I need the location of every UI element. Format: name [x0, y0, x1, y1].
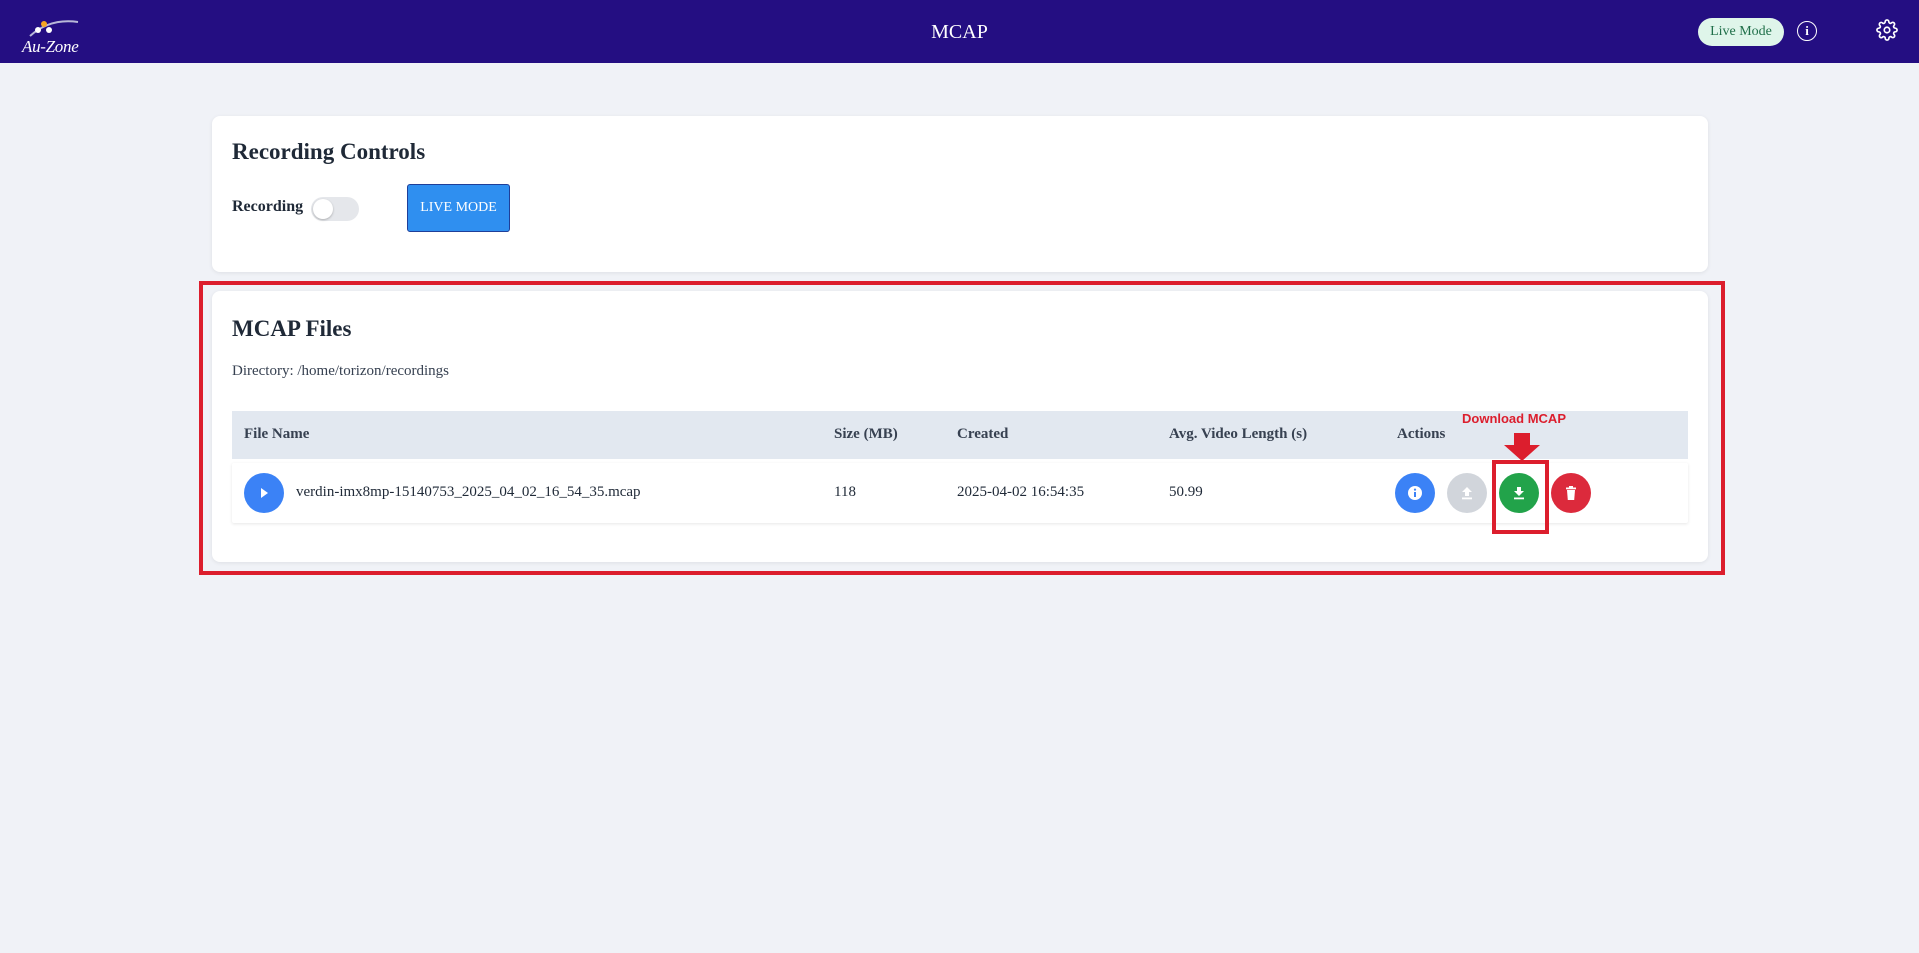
recording-label: Recording	[232, 198, 304, 215]
info-icon[interactable]: i	[1797, 21, 1817, 41]
page-title: MCAP	[931, 21, 988, 43]
annotation-download-highlight	[1492, 460, 1549, 534]
annotation-arrow-icon	[1502, 433, 1542, 461]
recording-controls-card: Recording Controls Recording LIVE MODE	[212, 116, 1708, 272]
top-bar: Au-Zone MCAP Live Mode i	[0, 0, 1919, 63]
annotation-label: Download MCAP	[1462, 411, 1566, 426]
gear-icon[interactable]	[1876, 19, 1898, 41]
toggle-knob	[313, 199, 333, 219]
recording-toggle[interactable]	[311, 197, 359, 221]
live-mode-badge[interactable]: Live Mode	[1698, 18, 1784, 46]
recording-controls-title: Recording Controls	[232, 139, 426, 164]
live-mode-button[interactable]: LIVE MODE	[407, 184, 510, 232]
